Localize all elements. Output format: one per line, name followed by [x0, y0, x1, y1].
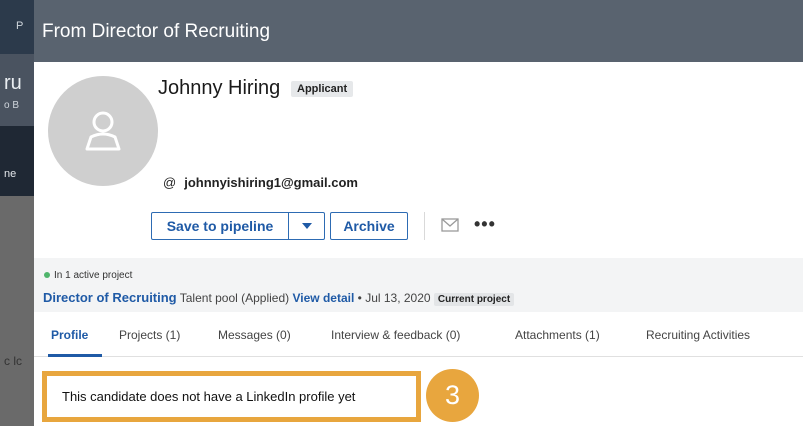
- active-project-text: In 1 active project: [54, 270, 133, 281]
- linkedin-notice: This candidate does not have a LinkedIn …: [42, 371, 421, 422]
- person-icon: [85, 111, 121, 151]
- email-row: @ johnnyishiring1@gmail.com: [163, 175, 358, 190]
- panel-title: From Director of Recruiting: [42, 21, 271, 42]
- background-side-fragment: c lc: [4, 354, 22, 368]
- project-date: • Jul 13, 2020: [357, 291, 431, 305]
- mail-icon[interactable]: [441, 218, 459, 232]
- active-tab-indicator: [48, 354, 102, 357]
- current-project-badge: Current project: [433, 293, 515, 306]
- tab-projects[interactable]: Projects (1): [119, 328, 180, 342]
- tab-interview-feedback[interactable]: Interview & feedback (0): [331, 328, 460, 342]
- email-icon: @: [163, 175, 177, 190]
- background-app: P ru o B ne c lc: [0, 0, 34, 426]
- background-content: [0, 196, 34, 426]
- background-sub-fragment: o B: [4, 100, 20, 111]
- background-row-fragment: ne: [4, 168, 17, 180]
- pipeline-dropdown-button[interactable]: [288, 212, 325, 240]
- archive-button[interactable]: Archive: [330, 212, 408, 240]
- background-row: [0, 126, 34, 196]
- toolbar-divider: [424, 212, 425, 240]
- candidate-name: Johnny Hiring: [158, 77, 281, 99]
- linkedin-notice-text: This candidate does not have a LinkedIn …: [62, 389, 356, 404]
- tab-messages[interactable]: Messages (0): [218, 328, 291, 342]
- background-tab-initial: P: [16, 20, 24, 32]
- project-line: Director of Recruiting Talent pool (Appl…: [43, 290, 515, 306]
- step-marker: 3: [426, 369, 479, 422]
- tab-recruiting-activities[interactable]: Recruiting Activities: [646, 328, 750, 342]
- project-name-link[interactable]: Director of Recruiting: [43, 290, 177, 305]
- tab-profile[interactable]: Profile: [51, 328, 88, 342]
- caret-down-icon: [301, 223, 312, 229]
- panel-header: From Director of Recruiting: [34, 0, 803, 62]
- active-project-status: In 1 active project: [44, 270, 132, 281]
- applicant-badge: Applicant: [291, 81, 354, 97]
- talent-pool-text: Talent pool (Applied): [179, 291, 290, 305]
- view-detail-link[interactable]: View detail: [293, 291, 355, 305]
- candidate-panel: From Director of Recruiting Johnny Hirin…: [34, 0, 803, 426]
- avatar: [48, 76, 158, 186]
- status-dot-icon: [44, 272, 50, 279]
- email-address[interactable]: johnnyishiring1@gmail.com: [184, 175, 358, 190]
- background-heading-fragment: ru: [4, 72, 22, 94]
- tab-attachments[interactable]: Attachments (1): [515, 328, 600, 342]
- more-options-icon[interactable]: •••: [474, 214, 496, 235]
- profile-tabs: Profile Projects (1) Messages (0) Interv…: [34, 312, 803, 357]
- save-to-pipeline-button[interactable]: Save to pipeline: [151, 212, 289, 240]
